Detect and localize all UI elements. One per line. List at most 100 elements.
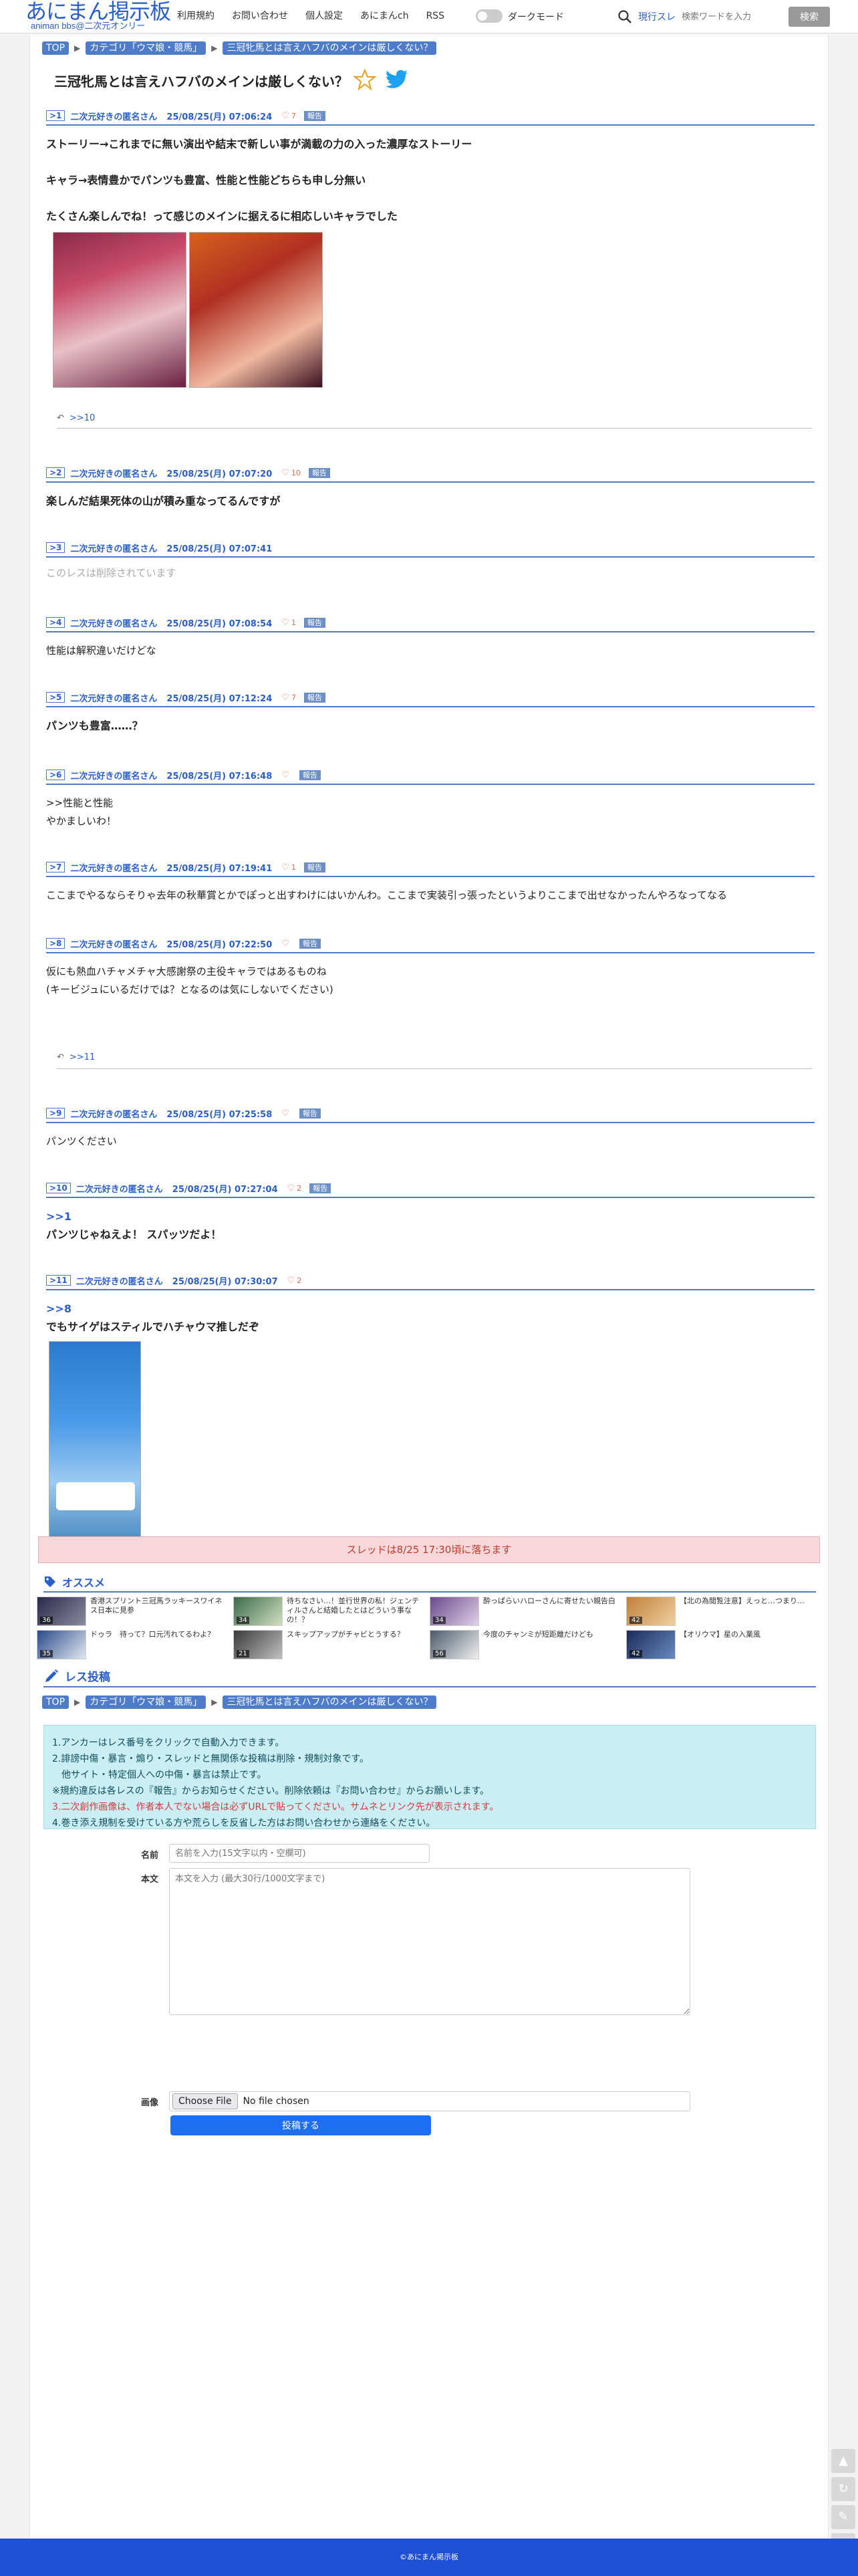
breadcrumb-thread[interactable]: 三冠牝馬とは言えハフバのメインは厳しくない？ — [223, 1695, 437, 1709]
heart-icon[interactable]: ♡ — [287, 1276, 295, 1286]
heart-icon[interactable]: ♡ — [281, 770, 289, 780]
recommend-title-text: 待ちなさい…！並行世界の私！ジェンティルさんと結婚したとはどういう事なの！？ — [287, 1597, 419, 1624]
choose-file-button[interactable]: Choose File — [172, 2093, 238, 2109]
recommend-item[interactable]: 42 【北の為閲覧注意】えっと…つまり… — [626, 1597, 820, 1629]
recommend-item[interactable]: 34 待ちなさい…！並行世界の私！ジェンティルさんと結婚したとはどういう事なの！？ — [233, 1597, 427, 1629]
heart-icon[interactable]: ♡ — [287, 1183, 295, 1193]
search-scope[interactable]: 現行スレ — [638, 10, 676, 23]
site-logo[interactable]: あにまん掲示板 animan bbs@二次元オンリー — [25, 0, 171, 31]
post-7: >7 二次元好きの匿名さん 25/08/25(月) 07:19:41 ♡ 1 報… — [46, 861, 815, 905]
recommend-thumbnail: 34 — [430, 1597, 479, 1626]
post-3: >3 二次元好きの匿名さん 25/08/25(月) 07:07:41 このレスは… — [46, 542, 815, 580]
res-number[interactable]: >7 — [46, 862, 65, 872]
report-button[interactable]: 報告 — [303, 692, 325, 703]
anchor-link[interactable]: >>1 — [46, 1207, 815, 1225]
report-button[interactable]: 報告 — [299, 1108, 321, 1119]
poster-name: 二次元好きの匿名さん — [70, 771, 158, 782]
name-field[interactable] — [169, 1844, 430, 1863]
reply-anchor[interactable]: >>10 — [69, 413, 95, 423]
post-line: たくさん楽しんでね！って感じのメインに据えるに相応しいキャラでした — [46, 210, 398, 223]
res-number[interactable]: >10 — [46, 1183, 71, 1193]
post-header: >7 二次元好きの匿名さん 25/08/25(月) 07:19:41 ♡ 1 報… — [46, 861, 815, 874]
post-body: ストーリー→これまでに無い演出や結末で新しい事が満載の力の入った濃厚なストーリー… — [46, 135, 815, 225]
report-button[interactable]: 報告 — [303, 862, 325, 872]
res-number[interactable]: >6 — [46, 770, 65, 780]
recommend-count: 36 — [40, 1617, 53, 1624]
heart-icon[interactable]: ♡ — [281, 862, 289, 872]
res-number[interactable]: >2 — [46, 467, 65, 478]
star-icon[interactable] — [353, 68, 376, 91]
post-header: >10 二次元好きの匿名さん 25/08/25(月) 07:27:04 ♡ 2 … — [46, 1182, 815, 1195]
recommend-item[interactable]: 34 酔っぱらいハローさんに寄せたい親告白 — [430, 1597, 623, 1629]
search-icon — [618, 10, 631, 23]
report-button[interactable]: 報告 — [309, 1183, 331, 1193]
reply-link[interactable]: ↶ >>11 — [57, 1052, 95, 1062]
poster-name: 二次元好きの匿名さん — [70, 618, 158, 629]
heart-icon[interactable]: ♡ — [281, 468, 289, 478]
res-number[interactable]: >3 — [46, 542, 65, 553]
search-input[interactable] — [675, 7, 785, 27]
recommend-thumbnail: 42 — [626, 1597, 676, 1626]
reply-arrow-icon: ↶ — [57, 413, 64, 423]
nav-rss[interactable]: RSS — [426, 10, 445, 22]
nav-animanch[interactable]: あにまんch — [360, 10, 409, 22]
search-button[interactable]: 検索 — [789, 7, 830, 27]
post-4: >4 二次元好きの匿名さん 25/08/25(月) 07:08:54 ♡ 1 報… — [46, 616, 815, 660]
like-count: 2 — [297, 1183, 302, 1193]
post-image[interactable] — [49, 1341, 141, 1543]
breadcrumb-top[interactable]: TOP — [42, 1695, 69, 1709]
heart-icon[interactable]: ♡ — [281, 111, 289, 121]
recommend-item[interactable]: 56 今度のチャンミが短距離だけども — [430, 1630, 623, 1662]
twitter-bird-icon[interactable] — [386, 70, 408, 90]
report-button[interactable]: 報告 — [303, 617, 325, 628]
breadcrumb-top[interactable]: TOP — [42, 41, 69, 55]
res-number[interactable]: >1 — [46, 110, 65, 121]
heart-icon[interactable]: ♡ — [281, 1108, 289, 1119]
nav-settings[interactable]: 個人設定 — [305, 10, 343, 22]
recommend-item[interactable]: 36 香港スプリント三冠馬ラッキースワイネス日本に見参 — [37, 1597, 231, 1629]
pencil-icon[interactable]: ✎ — [831, 2505, 855, 2529]
image-file-input[interactable]: Choose File No file chosen — [169, 2091, 690, 2111]
res-number[interactable]: >8 — [46, 938, 65, 949]
post-5: >5 二次元好きの匿名さん 25/08/25(月) 07:12:24 ♡ 7 報… — [46, 691, 815, 735]
post-header: >5 二次元好きの匿名さん 25/08/25(月) 07:12:24 ♡ 7 報… — [46, 691, 815, 704]
breadcrumb-thread[interactable]: 三冠牝馬とは言えハフバのメインは厳しくない？ — [223, 41, 437, 55]
recommend-item[interactable]: 35 ドゥラ 待って？口元汚れてるわよ？ — [37, 1630, 231, 1662]
reply-form-divider — [43, 1686, 816, 1687]
heart-icon[interactable]: ♡ — [281, 939, 289, 949]
nav-terms[interactable]: 利用規約 — [177, 10, 214, 22]
nav-contact[interactable]: お問い合わせ — [232, 10, 288, 22]
post-image[interactable] — [189, 232, 323, 388]
scroll-top-button[interactable]: ▲ — [831, 2449, 855, 2473]
reply-link[interactable]: ↶ >>10 — [57, 413, 95, 423]
submit-post-button[interactable]: 投稿する — [170, 2115, 431, 2135]
res-number[interactable]: >9 — [46, 1108, 65, 1119]
report-button[interactable]: 報告 — [299, 938, 321, 949]
report-button[interactable]: 報告 — [303, 110, 325, 121]
notice-line: ※規約違反は各レスの『報告』からお知らせください。削除依頼は『お問い合わせ』から… — [52, 1786, 490, 1796]
res-number[interactable]: >11 — [46, 1275, 71, 1286]
recommend-item[interactable]: 21 スキップアップがチャビとうする？ — [233, 1630, 427, 1662]
heart-icon[interactable]: ♡ — [281, 693, 289, 703]
post-date: 25/08/25(月) 07:16:48 — [166, 771, 273, 782]
like-count: 7 — [291, 111, 296, 120]
breadcrumb-category[interactable]: カテゴリ「ウマ娘・競馬」 — [86, 1695, 206, 1709]
anchor-link[interactable]: >>8 — [46, 1300, 815, 1318]
breadcrumb-category[interactable]: カテゴリ「ウマ娘・競馬」 — [86, 41, 206, 55]
recommend-count: 34 — [237, 1617, 249, 1624]
post-date: 25/08/25(月) 07:06:24 — [166, 112, 273, 122]
report-button[interactable]: 報告 — [308, 467, 330, 478]
dark-mode-toggle[interactable] — [476, 9, 503, 23]
res-number[interactable]: >5 — [46, 692, 65, 703]
report-button[interactable]: 報告 — [299, 770, 321, 780]
post-8: >8 二次元好きの匿名さん 25/08/25(月) 07:22:50 ♡ 報告 … — [46, 937, 815, 999]
post-line: 仮にも熱血ハチャメチャ大感謝祭の主役キャラではあるものね — [46, 965, 327, 977]
body-textarea[interactable] — [169, 1868, 690, 2015]
post-image[interactable] — [53, 232, 186, 388]
reply-anchor[interactable]: >>11 — [69, 1052, 95, 1062]
post-1: >1 二次元好きの匿名さん 25/08/25(月) 07:06:24 ♡ 7 報… — [46, 110, 815, 225]
reload-icon[interactable]: ↻ — [831, 2477, 855, 2501]
res-number[interactable]: >4 — [46, 617, 65, 628]
recommend-item[interactable]: 42 【オリウマ】星の入業風 — [626, 1630, 820, 1662]
heart-icon[interactable]: ♡ — [281, 618, 289, 628]
